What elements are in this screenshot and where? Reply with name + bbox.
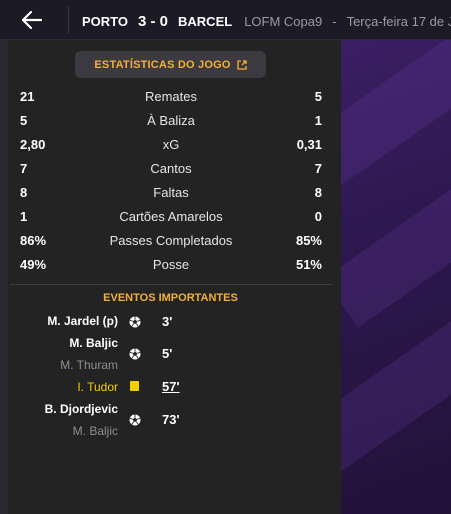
- stat-name: Remates: [144, 89, 198, 104]
- top-bar: PORTO 3 - 0 BARCEL LOFM Copa9 - Terça-fe…: [0, 0, 451, 40]
- event-assist[interactable]: M. Baljic: [0, 424, 118, 438]
- stat-row: 49% Posse 51%: [20, 253, 322, 277]
- stat-name: Passes Completados: [109, 233, 233, 248]
- stat-row: 5 À Baliza 1: [20, 109, 322, 133]
- event-minute: 73': [162, 412, 180, 427]
- away-value: 8: [314, 185, 322, 200]
- goal-icon: [129, 316, 141, 328]
- event-minute: 3': [162, 314, 173, 329]
- goal-icon: [129, 348, 141, 360]
- stat-row: 8 Faltas 8: [20, 181, 322, 205]
- match-score: 3 - 0: [138, 12, 169, 30]
- event-minute[interactable]: 57': [162, 379, 180, 394]
- stat-row: 21 Remates 5: [20, 85, 322, 109]
- match-stats-title: ESTATÍSTICAS DO JOGO: [94, 58, 231, 71]
- away-value: 85%: [295, 233, 322, 248]
- yellow-card-icon: [130, 381, 139, 391]
- background-panel: [341, 40, 451, 514]
- event-player[interactable]: M. Baljic: [0, 336, 118, 350]
- header-separator: -: [332, 13, 337, 29]
- stat-name: Faltas: [153, 185, 189, 200]
- stat-row: 2,80 xG 0,31: [20, 133, 322, 157]
- stat-row: 86% Passes Completados 85%: [20, 229, 322, 253]
- event-player[interactable]: B. Djordjevic: [0, 402, 118, 416]
- home-team[interactable]: PORTO: [82, 14, 128, 29]
- left-edge: [0, 40, 8, 514]
- back-button[interactable]: [14, 6, 50, 34]
- stat-name: À Baliza: [147, 113, 195, 128]
- event-player[interactable]: M. Jardel (p): [0, 314, 118, 328]
- goal-icon: [129, 414, 141, 426]
- away-value: 1: [314, 113, 322, 128]
- events-title: EVENTOS IMPORTANTES: [103, 292, 238, 304]
- stat-name: Cantos: [150, 161, 192, 176]
- stat-name: Cartões Amarelos: [119, 209, 223, 224]
- competition-name[interactable]: LOFM Copa9: [244, 14, 322, 29]
- away-value: 0: [314, 209, 322, 224]
- away-team[interactable]: BARCEL: [178, 14, 232, 29]
- match-header: PORTO 3 - 0 BARCEL LOFM Copa9 - Terça-fe…: [82, 12, 451, 30]
- match-stats-button[interactable]: ESTATÍSTICAS DO JOGO: [75, 51, 266, 78]
- stat-row: 1 Cartões Amarelos 0: [20, 205, 322, 229]
- arrow-left-icon: [22, 11, 42, 29]
- event-assist[interactable]: M. Thuram: [0, 358, 118, 372]
- away-value: 0,31: [296, 137, 322, 152]
- event-minute: 5': [162, 346, 173, 361]
- stat-name: Posse: [152, 257, 190, 272]
- stat-row: 7 Cantos 7: [20, 157, 322, 181]
- away-value: 51%: [295, 257, 322, 272]
- event-player[interactable]: I. Tudor: [0, 380, 118, 394]
- divider: [68, 6, 69, 34]
- stat-name: xG: [162, 137, 180, 152]
- away-value: 7: [314, 161, 322, 176]
- match-date: Terça-feira 17 de Jan: [346, 13, 451, 29]
- external-link-icon: [236, 59, 247, 70]
- away-value: 5: [314, 89, 322, 104]
- section-divider: [10, 284, 332, 285]
